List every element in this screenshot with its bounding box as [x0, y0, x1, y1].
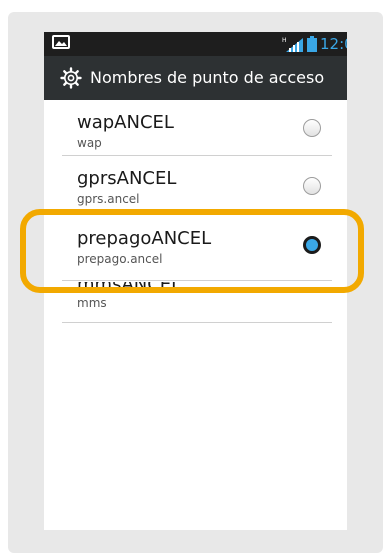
- action-bar: Nombres de punto de acceso: [44, 56, 347, 100]
- apn-name: wapANCEL: [77, 112, 174, 133]
- radio-button-selected[interactable]: [303, 236, 321, 254]
- apn-item-wap[interactable]: wapANCEL wap: [44, 100, 347, 156]
- battery-icon: [307, 36, 317, 52]
- gallery-icon: [52, 35, 70, 49]
- page-title: Nombres de punto de acceso: [90, 68, 325, 87]
- apn-value: prepago.ancel: [77, 252, 163, 266]
- apn-value: wap: [77, 136, 102, 150]
- status-bar: H 12:04: [44, 32, 347, 56]
- network-type-label: H: [282, 37, 287, 44]
- apn-item-mms[interactable]: mmsANCEL mms: [44, 282, 347, 330]
- phone-screen: H 12:04: [44, 32, 347, 530]
- apn-item-gprs[interactable]: gprsANCEL gprs.ancel: [44, 156, 347, 206]
- status-time: 12:04: [320, 35, 347, 53]
- apn-item-prepago[interactable]: prepagoANCEL prepago.ancel: [44, 210, 347, 282]
- apn-name: prepagoANCEL: [77, 228, 212, 249]
- apn-value: mms: [77, 296, 107, 310]
- radio-button[interactable]: [303, 119, 321, 137]
- settings-icon[interactable]: [60, 67, 82, 89]
- divider: [62, 280, 332, 281]
- radio-button[interactable]: [303, 177, 321, 195]
- apn-value: gprs.ancel: [77, 192, 140, 206]
- divider: [62, 322, 332, 323]
- apn-name: gprsANCEL: [77, 168, 177, 189]
- signal-icon: H: [282, 36, 304, 52]
- apn-name: mmsANCEL: [77, 282, 182, 295]
